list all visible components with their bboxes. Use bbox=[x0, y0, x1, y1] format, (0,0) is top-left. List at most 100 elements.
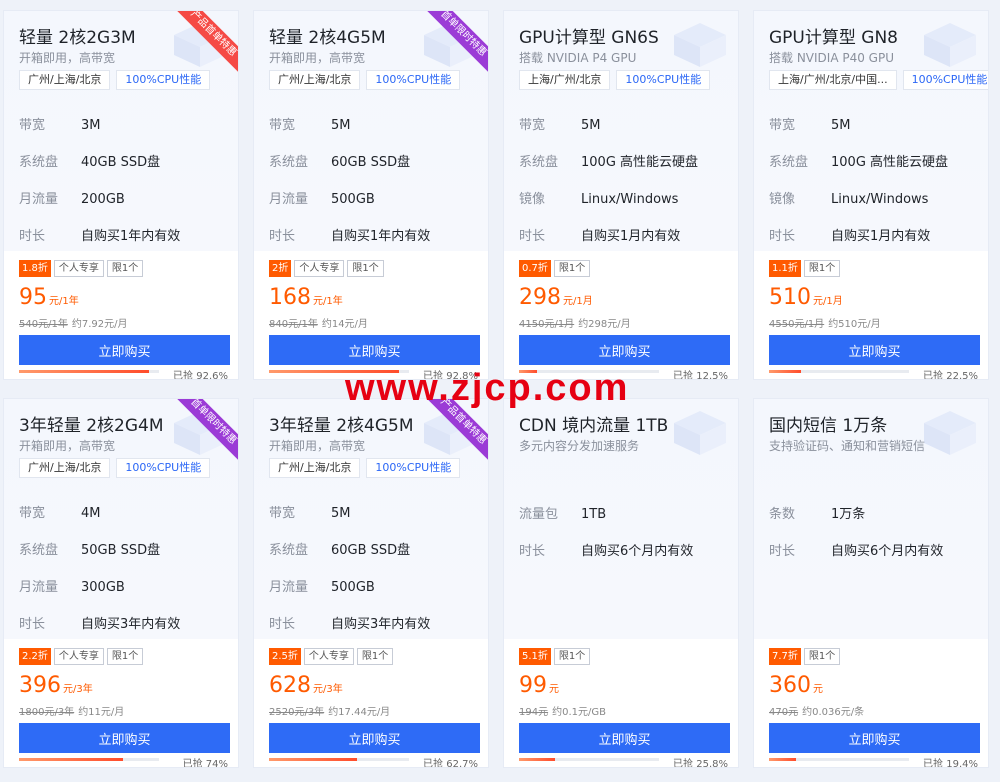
card-title: 国内短信 1万条 bbox=[769, 416, 888, 436]
price-unit: 元 bbox=[813, 684, 823, 695]
product-card: 3年轻量 2核4G5M 开箱即用，高带宽 广州/上海/北京 100%CPU性能 产品首单… bbox=[253, 398, 489, 768]
card-subtitle: 搭载 NVIDIA P40 GPU bbox=[769, 51, 894, 65]
sold-progress-bar bbox=[769, 758, 909, 761]
card-subtitle: 搭载 NVIDIA P4 GPU bbox=[519, 51, 637, 65]
price: 168 元/1年 bbox=[269, 285, 343, 310]
cpu-tag: 100%CPU性能 bbox=[366, 458, 461, 478]
original-price: 4150元/1月 约298元/月 bbox=[519, 315, 631, 330]
spec-label: 系统盘 bbox=[19, 543, 59, 558]
buy-now-button[interactable]: 立即购买 bbox=[269, 335, 480, 365]
spec-value: 自购买1月内有效 bbox=[831, 229, 931, 244]
buy-now-button[interactable]: 立即购买 bbox=[769, 335, 980, 365]
sold-progress-bar bbox=[19, 758, 159, 761]
price: 510 元/1月 bbox=[769, 285, 843, 310]
spec-value: 5M bbox=[831, 118, 851, 133]
product-card: 轻量 2核4G5M 开箱即用，高带宽 广州/上海/北京 100%CPU性能 首单限时特惠… bbox=[253, 10, 489, 380]
card-title: 3年轻量 2核2G4M bbox=[19, 416, 164, 436]
spec-value: 100G 高性能云硬盘 bbox=[581, 155, 699, 170]
spec-value: 自购买1年内有效 bbox=[331, 229, 431, 244]
price-value: 628 bbox=[269, 673, 311, 698]
limit-badge: 限1个 bbox=[553, 648, 591, 665]
price-unit: 元 bbox=[549, 684, 559, 695]
price: 99 元 bbox=[519, 673, 559, 698]
region-tags: 广州/上海/北京 100%CPU性能 bbox=[269, 70, 461, 90]
price-value: 510 bbox=[769, 285, 811, 310]
limit-badge: 个人专享 bbox=[53, 648, 104, 665]
card-title: GPU计算型 GN8 bbox=[769, 28, 898, 48]
per-unit-price: 约0.036元/条 bbox=[802, 707, 865, 718]
spec-label: 带宽 bbox=[269, 118, 296, 133]
card-subtitle: 开箱即用，高带宽 bbox=[19, 51, 116, 65]
spec-row: 条数 1万条 bbox=[769, 505, 979, 525]
spec-row: 时长 自购买1年内有效 bbox=[269, 227, 479, 247]
buy-now-button[interactable]: 立即购买 bbox=[769, 723, 980, 753]
watermark: www.zjcp.com bbox=[345, 367, 630, 409]
card-subtitle: 支持验证码、通知和营销短信 bbox=[769, 439, 926, 453]
original-price-value: 470元 bbox=[769, 707, 799, 718]
sold-progress-fill bbox=[769, 758, 797, 761]
region-tag: 广州/上海/北京 bbox=[269, 70, 361, 90]
region-tags: 广州/上海/北京 100%CPU性能 bbox=[19, 70, 211, 90]
limit-badge: 限1个 bbox=[553, 260, 591, 277]
price-value: 360 bbox=[769, 673, 811, 698]
original-price: 2520元/3年 约17.44元/月 bbox=[269, 703, 390, 718]
spec-value: 50GB SSD盘 bbox=[81, 543, 161, 558]
spec-row: 带宽 5M bbox=[769, 116, 979, 136]
spec-row: 系统盘 60GB SSD盘 bbox=[269, 541, 479, 561]
spec-label: 带宽 bbox=[269, 506, 296, 521]
spec-label: 时长 bbox=[19, 229, 46, 244]
sold-progress-text: 已抢 19.4% bbox=[923, 759, 978, 768]
buy-now-button[interactable]: 立即购买 bbox=[519, 335, 730, 365]
spec-label: 系统盘 bbox=[519, 155, 559, 170]
price-value: 95 bbox=[19, 285, 47, 310]
price-unit: 元/1年 bbox=[49, 296, 79, 307]
sold-progress-fill bbox=[19, 370, 149, 373]
card-title: 轻量 2核2G3M bbox=[19, 28, 136, 48]
spec-label: 带宽 bbox=[19, 506, 46, 521]
product-card: CDN 境内流量 1TB 多元内容分发加速服务 流量包 1TB 时长 自购买6个月内有效 5… bbox=[503, 398, 739, 768]
badge-group: 1.1折 限1个 bbox=[769, 260, 841, 277]
spec-value: 自购买6个月内有效 bbox=[831, 544, 944, 559]
badge-group: 2.5折 个人专享 限1个 bbox=[269, 648, 394, 665]
buy-now-button[interactable]: 立即购买 bbox=[19, 335, 230, 365]
spec-row: 时长 自购买3年内有效 bbox=[19, 615, 229, 635]
original-price-value: 194元 bbox=[519, 707, 549, 718]
spec-value: 500GB bbox=[331, 192, 375, 207]
spec-label: 月流量 bbox=[269, 580, 309, 595]
spec-value: 自购买1月内有效 bbox=[581, 229, 681, 244]
spec-label: 时长 bbox=[269, 617, 296, 632]
original-price-value: 1800元/3年 bbox=[19, 707, 75, 718]
spec-row: 时长 自购买1月内有效 bbox=[769, 227, 979, 247]
discount-badge: 0.7折 bbox=[519, 260, 551, 277]
card-title: CDN 境内流量 1TB bbox=[519, 416, 669, 436]
per-unit-price: 约298元/月 bbox=[578, 319, 631, 330]
spec-value: 5M bbox=[581, 118, 601, 133]
spec-row: 镜像 Linux/Windows bbox=[519, 190, 729, 210]
spec-row: 带宽 4M bbox=[19, 504, 229, 524]
spec-label: 带宽 bbox=[519, 118, 546, 133]
server-box-icon bbox=[924, 411, 976, 455]
spec-label: 带宽 bbox=[769, 118, 796, 133]
spec-value: Linux/Windows bbox=[581, 192, 679, 207]
price-value: 99 bbox=[519, 673, 547, 698]
original-price-value: 4550元/1月 bbox=[769, 319, 825, 330]
spec-label: 条数 bbox=[769, 507, 796, 522]
spec-label: 月流量 bbox=[19, 580, 59, 595]
buy-now-button[interactable]: 立即购买 bbox=[519, 723, 730, 753]
price: 396 元/3年 bbox=[19, 673, 93, 698]
spec-label: 系统盘 bbox=[269, 155, 309, 170]
spec-row: 时长 自购买1年内有效 bbox=[19, 227, 229, 247]
spec-label: 时长 bbox=[269, 229, 296, 244]
product-card: 3年轻量 2核2G4M 开箱即用，高带宽 广州/上海/北京 100%CPU性能 首单限时… bbox=[3, 398, 239, 768]
buy-now-button[interactable]: 立即购买 bbox=[19, 723, 230, 753]
buy-now-button[interactable]: 立即购买 bbox=[269, 723, 480, 753]
region-tag: 上海/广州/北京 bbox=[519, 70, 611, 90]
discount-badge: 2折 bbox=[269, 260, 292, 277]
spec-label: 系统盘 bbox=[19, 155, 59, 170]
sold-progress-fill bbox=[519, 758, 556, 761]
price-value: 396 bbox=[19, 673, 61, 698]
spec-label: 时长 bbox=[19, 617, 46, 632]
spec-row: 流量包 1TB bbox=[519, 505, 729, 525]
discount-badge: 2.5折 bbox=[269, 648, 301, 665]
region-tag: 广州/上海/北京 bbox=[19, 70, 111, 90]
